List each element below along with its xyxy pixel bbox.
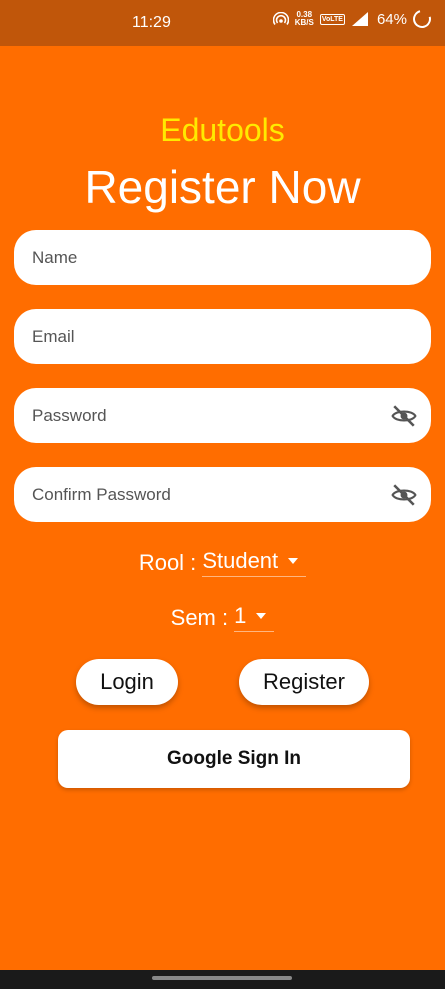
dropdown-arrow-icon bbox=[288, 558, 299, 564]
email-input[interactable] bbox=[30, 325, 374, 348]
app-name: Edutools bbox=[160, 112, 285, 148]
net-speed: 0.38 KB/S bbox=[294, 10, 314, 27]
role-label: Rool : bbox=[138, 549, 197, 575]
volte-icon: VoLTE bbox=[319, 13, 345, 25]
google-sign-in-button[interactable]: Google Sign In bbox=[58, 730, 410, 788]
name-input[interactable] bbox=[30, 246, 374, 269]
semester-dropdown[interactable]: 1 bbox=[234, 603, 275, 632]
password-field[interactable] bbox=[14, 388, 431, 443]
semester-value: 1 bbox=[234, 603, 247, 628]
role-dropdown[interactable]: Student bbox=[202, 548, 307, 577]
password-input[interactable] bbox=[30, 404, 374, 427]
semester-row: Sem : 1 bbox=[0, 603, 445, 632]
login-button[interactable]: Login bbox=[76, 659, 178, 705]
gesture-handle[interactable] bbox=[152, 976, 292, 980]
battery-icon bbox=[409, 6, 435, 32]
status-bar: 11:29 0.38 KB/S VoLTE 64% bbox=[0, 0, 445, 46]
hotspot-icon bbox=[272, 12, 289, 25]
name-field[interactable] bbox=[14, 230, 431, 285]
register-button[interactable]: Register bbox=[239, 659, 369, 705]
confirm-password-field[interactable] bbox=[14, 467, 431, 522]
confirm-password-input[interactable] bbox=[30, 483, 374, 506]
status-time: 11:29 bbox=[132, 14, 171, 31]
email-field[interactable] bbox=[14, 309, 431, 364]
visibility-off-icon[interactable] bbox=[391, 403, 417, 429]
semester-label: Sem : bbox=[170, 604, 229, 630]
page-title: Register Now bbox=[84, 161, 361, 213]
visibility-off-icon[interactable] bbox=[391, 482, 417, 508]
dropdown-arrow-icon bbox=[256, 613, 267, 619]
role-row: Rool : Student bbox=[0, 548, 445, 577]
navigation-bar bbox=[0, 970, 445, 989]
status-icons: 0.38 KB/S VoLTE 64% bbox=[272, 6, 435, 32]
signal-icon bbox=[351, 12, 368, 26]
battery-level: 64% bbox=[376, 10, 407, 28]
role-value: Student bbox=[202, 548, 279, 573]
